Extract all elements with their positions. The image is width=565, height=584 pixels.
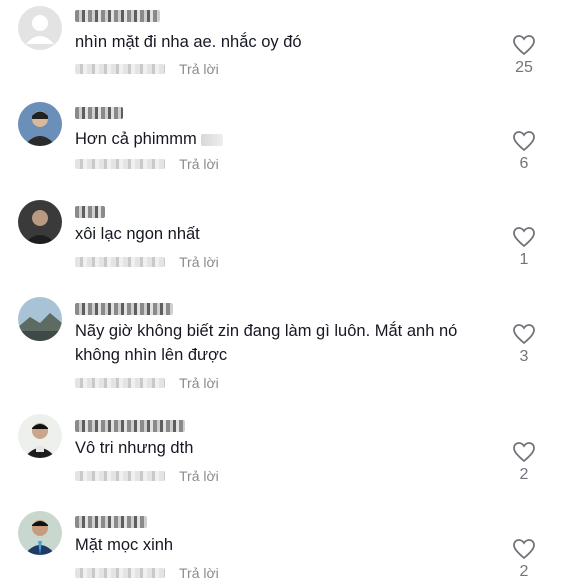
comment-text: Vô tri nhưng dth [75, 439, 194, 457]
username-blurred[interactable] [75, 107, 123, 119]
heart-icon[interactable] [512, 34, 536, 56]
timestamp-blurred [75, 567, 165, 578]
heart-icon[interactable] [512, 323, 536, 345]
heart-icon[interactable] [512, 226, 536, 248]
default-avatar-icon[interactable] [18, 6, 62, 50]
username-blurred[interactable] [75, 10, 160, 22]
timestamp-blurred [75, 470, 165, 481]
reply-button[interactable]: Trả lời [179, 468, 219, 484]
emoji-blurred [200, 133, 223, 146]
heart-icon[interactable] [512, 538, 536, 560]
comment-text: Mặt mọc xinh [75, 536, 174, 554]
like-control: 25 [508, 34, 540, 77]
reply-button[interactable]: Trả lời [179, 254, 219, 270]
user-photo-icon[interactable] [18, 414, 62, 458]
like-count: 2 [519, 466, 529, 483]
comment-text: nhìn mặt đi nha ae. nhắc oy đó [75, 33, 302, 51]
heart-icon[interactable] [512, 441, 536, 463]
comment-text: Nãy giờ không biết zin đang làm gì luôn.… [75, 322, 458, 364]
like-control: 3 [508, 323, 540, 366]
like-control: 2 [508, 538, 540, 581]
landscape-photo-icon[interactable] [18, 297, 62, 341]
comment-meta: Trả lời [75, 374, 219, 392]
like-count: 2 [519, 563, 529, 580]
username-blurred[interactable] [75, 303, 173, 315]
comment-text: Hơn cả phimmm [75, 127, 485, 151]
comment-meta: Trả lời [75, 564, 219, 582]
timestamp-blurred [75, 377, 165, 388]
username-blurred[interactable] [75, 420, 185, 432]
comment-text: xôi lạc ngon nhất [75, 225, 200, 243]
timestamp-blurred [75, 158, 165, 169]
comment-meta: Trả lời [75, 253, 219, 271]
reply-button[interactable]: Trả lời [179, 565, 219, 581]
user-photo-icon[interactable] [18, 200, 62, 244]
like-count: 6 [519, 155, 529, 172]
comment-meta: Trả lời [75, 155, 219, 173]
reply-button[interactable]: Trả lời [179, 156, 219, 172]
timestamp-blurred [75, 256, 165, 267]
comment-meta: Trả lời [75, 60, 219, 78]
reply-button[interactable]: Trả lời [179, 61, 219, 77]
heart-icon[interactable] [512, 130, 536, 152]
user-photo-icon[interactable] [18, 102, 62, 146]
username-blurred[interactable] [75, 206, 105, 218]
comment-meta: Trả lời [75, 467, 219, 485]
reply-button[interactable]: Trả lời [179, 375, 219, 391]
timestamp-blurred [75, 63, 165, 74]
like-control: 2 [508, 441, 540, 484]
like-control: 1 [508, 226, 540, 269]
like-control: 6 [508, 130, 540, 173]
username-blurred[interactable] [75, 516, 147, 528]
like-count: 1 [519, 251, 529, 268]
like-count: 3 [519, 348, 529, 365]
user-photo-icon[interactable] [18, 511, 62, 555]
like-count: 25 [515, 59, 533, 76]
